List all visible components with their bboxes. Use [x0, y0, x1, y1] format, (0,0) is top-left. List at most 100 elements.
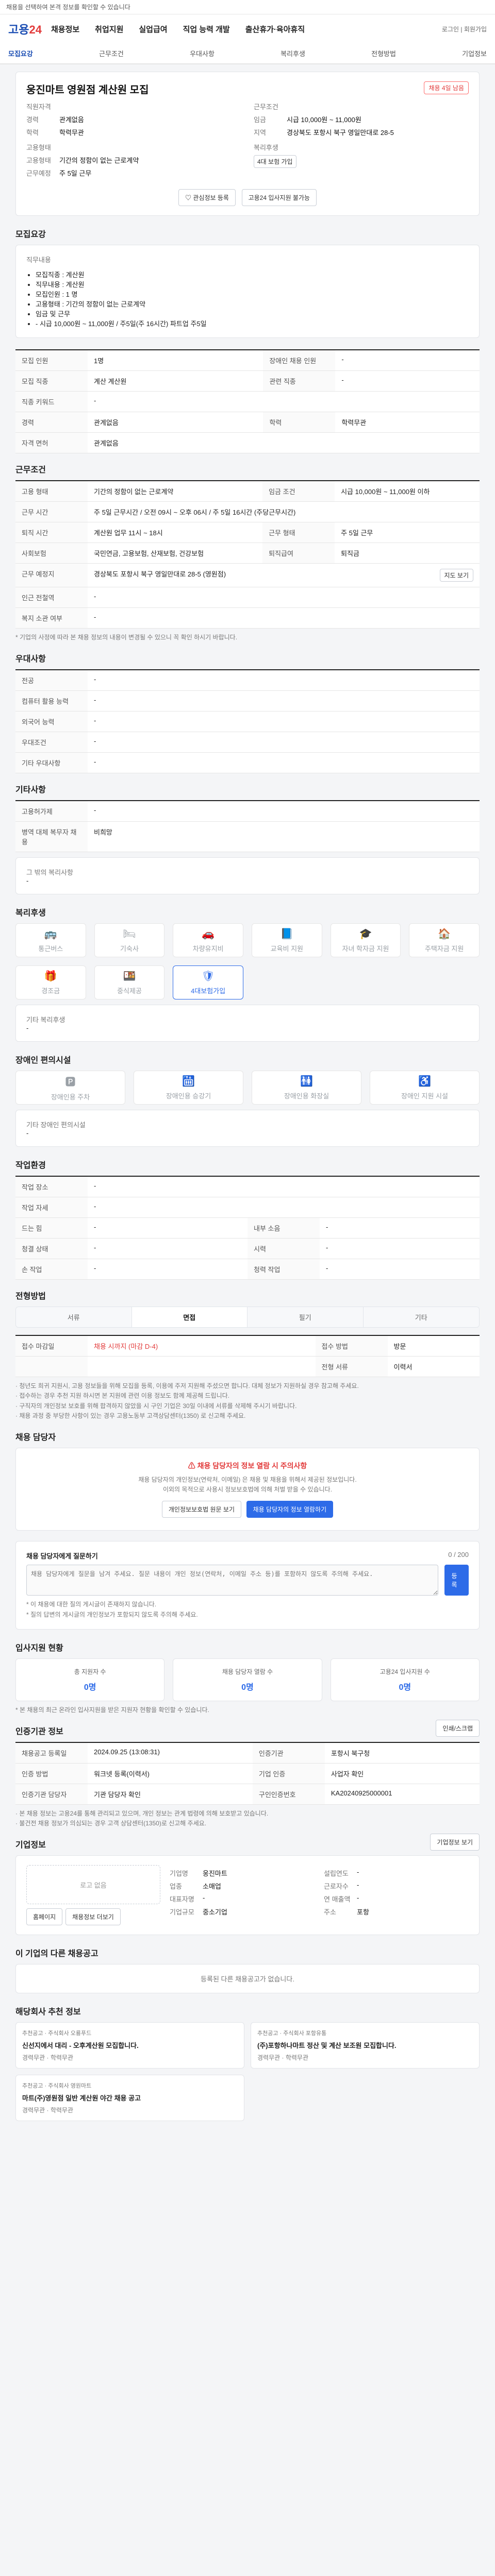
cell-key: 모집 인원 [15, 350, 88, 371]
main-nav: 채용정보 취업지원 실업급여 직업 능력 개발 출산휴가·육아휴직 [51, 24, 305, 35]
company-info-button[interactable]: 기업정보 보기 [430, 1833, 480, 1851]
kv-row: 주소 포항 [324, 1907, 469, 1917]
kv-row: 경력 관계없음 [26, 114, 241, 124]
table-row: 우대조건 - [15, 732, 480, 753]
apply-disabled-button[interactable]: 고용24 입사지원 불가능 [241, 189, 317, 206]
stat-label: 고용24 입사지원 수 [380, 1668, 430, 1675]
accessibility-item: 🅿 장애인용 주차 [15, 1071, 125, 1105]
nav-item[interactable]: 출산휴가·육아휴직 [245, 24, 305, 35]
process-step: 기타 [363, 1307, 479, 1328]
stat-value: 0명 [84, 1683, 96, 1692]
nav-item[interactable]: 직업 능력 개발 [183, 24, 230, 35]
welfare-label: 4대보험가입 [191, 987, 226, 995]
cell-value: 시급 10,000원 ~ 11,000원 이하 [335, 481, 480, 502]
kv-key: 주소 [324, 1908, 336, 1917]
table-row: 작업 자세 - [15, 1197, 480, 1218]
table-row: 청결 상태 - 시력 - [15, 1238, 480, 1260]
cell-key: 근무 형태 [262, 522, 335, 543]
tab-work[interactable]: 근무조건 [99, 48, 124, 58]
recommend-item[interactable]: 추천공고 · 주식회사 오룡푸드 신선지에서 대리 - 오후계산원 모집합니다.… [15, 2022, 244, 2069]
table-row: 고용 형태 기간의 정함이 없는 근로계약 임금 조건 시급 10,000원 ~… [15, 481, 480, 502]
accessibility-extra-title: 기타 장애인 편의시설 [26, 1121, 86, 1129]
welfare-label: 차량유지비 [192, 945, 224, 953]
bookmark-label: 관심정보 등록 [193, 194, 229, 201]
table-row: 인근 전철역 - [15, 587, 480, 608]
cell-value: 사업자 확인 [324, 1763, 480, 1784]
recommend-meta-item: 경력무관 [22, 2054, 45, 2062]
view-contact-button[interactable]: 채용 담당자의 정보 열람하기 [246, 1501, 334, 1518]
homepage-button[interactable]: 홈페이지 [26, 1908, 63, 1926]
nav-item[interactable]: 취업지원 [95, 24, 123, 35]
site-header: 고용24 채용정보 취업지원 실업급여 직업 능력 개발 출산휴가·육아휴직 로… [0, 14, 495, 64]
cell-value: - [88, 587, 480, 608]
kv-key: 기업명 [170, 1870, 188, 1878]
cell-value: 2024.09.25 (13:08:31) [88, 1742, 253, 1764]
nav-item[interactable]: 채용정보 [51, 24, 79, 35]
header-right[interactable]: 로그인 | 회원가입 [442, 25, 487, 33]
section-tabs: 모집요강 근무조건 우대사항 복리후생 전형방법 기업정보 [0, 43, 495, 64]
table-row: 모집 인원 1명 장애인 채용 인원 - [15, 350, 480, 371]
welfare-label: 경조금 [41, 987, 60, 995]
alert-title: ⚠ 채용 담당자의 정보 열람 시 주의사항 [28, 1461, 467, 1471]
stat-value: 0명 [241, 1683, 254, 1692]
book-icon: 📘 [280, 928, 293, 940]
tab-prefer[interactable]: 우대사항 [190, 48, 214, 58]
kv-key: 근로자수 [324, 1883, 349, 1891]
process-title: 전형방법 [15, 1292, 46, 1301]
tab-welfare[interactable]: 복리후생 [280, 48, 305, 58]
qna-submit-button[interactable]: 등록 [444, 1565, 469, 1596]
map-button[interactable]: 지도 보기 [439, 569, 473, 582]
table-row: 인증 방법 워크넷 등록(이력서) 기업 인증 사업자 확인 [15, 1763, 480, 1784]
process-note: · 접수하는 경우 추천 지원 하시면 본 지원에 관련 이용 정보도 함께 제… [15, 1392, 229, 1400]
kv-row: 연 매출액 - [324, 1894, 469, 1904]
env-title: 작업환경 [15, 1161, 46, 1171]
table-row: 퇴직 시간 계산원 업무 11시 ~ 18시 근무 형태 주 5일 근무 [15, 522, 480, 543]
other-extra-card: 그 밖의 복리사항 - [15, 857, 480, 895]
recommend-meta-item: 경력무관 [257, 2054, 280, 2062]
cell-key: 접수 방법 [315, 1335, 388, 1357]
cell-key: 근무 시간 [15, 501, 88, 522]
cell-key: 시력 [248, 1238, 320, 1260]
print-button[interactable]: 인쇄/스크랩 [436, 1720, 480, 1737]
recommend-list: 추천공고 · 주식회사 오룡푸드 신선지에서 대리 - 오후계산원 모집합니다.… [15, 2022, 480, 2122]
more-jobs-button[interactable]: 채용정보 더보기 [65, 1908, 121, 1926]
other-jobs-title: 이 기업의 다른 채용공고 [15, 1950, 98, 1959]
other-title: 기타사항 [15, 786, 46, 795]
cell-key: 인증기관 담당자 [15, 1784, 88, 1805]
work-heading: 근무조건 [254, 103, 278, 111]
cell-value: 관계없음 [88, 412, 263, 433]
recruit-card: 직무내용 모집직종 : 계산원 직무내용 : 계산원 모집인원 : 1 명 고용… [15, 245, 480, 338]
tab-process[interactable]: 전형방법 [371, 48, 396, 58]
shield-icon: 🛡 [201, 971, 215, 982]
welfare-label: 통근버스 [38, 945, 63, 953]
table-row: 근무 시간 주 5일 근무시간 / 오전 09시 ~ 오후 06시 / 주 5일… [15, 501, 480, 522]
tab-company[interactable]: 기업정보 [462, 48, 487, 58]
bookmark-button[interactable]: ♡ 관심정보 등록 [178, 189, 236, 206]
qna-title: 채용 담당자에게 질문하기 [26, 1552, 98, 1561]
nav-item[interactable]: 실업급여 [139, 24, 167, 35]
site-logo[interactable]: 고용24 [8, 21, 42, 37]
cell-value: KA20240925000001 [324, 1784, 480, 1805]
table-row: 경력 관계없음 학력 학력무관 [15, 412, 480, 433]
qna-note: * 이 채용에 대한 질의 게시글이 존재하지 않습니다. [26, 1601, 157, 1608]
recommend-meta-item: 학력무관 [50, 2107, 74, 2114]
kv-row: 기업규모 중소기업 [170, 1907, 315, 1917]
process-note: · 구직자의 개인정보 보호를 위해 합격하지 않았을 시 구인 기업은 30일… [15, 1402, 297, 1410]
recommend-tag: 추천공고 · 주식회사 포항유통 [257, 2030, 327, 2037]
cell-value: 계산 계산원 [88, 370, 263, 392]
welfare-heading: 복리후생 [254, 144, 278, 151]
kv-key: 고용형태 [26, 157, 51, 164]
kv-value: 관계없음 [59, 116, 84, 124]
cell-value: 방문 [387, 1335, 480, 1357]
recommend-item[interactable]: 추천공고 · 주식회사 포항유통 (주)포항하나마트 정산 및 계산 보조원 모… [251, 2022, 480, 2069]
kv-value: 웅진마트 [203, 1870, 227, 1878]
welfare-item: 🏠 주택자금 지원 [409, 923, 480, 958]
qna-input[interactable] [26, 1565, 439, 1596]
table-row: 복지 소관 여부 - [15, 607, 480, 629]
privacy-law-button[interactable]: 개인정보보호법 원문 보기 [161, 1501, 241, 1518]
table-row: 근무 예정지 경상북도 포항시 북구 영일만대로 28-5 (영원점) 지도 보… [15, 563, 480, 587]
other-extra-title: 그 밖의 복리사항 [26, 869, 73, 877]
cell-value: - [320, 1238, 480, 1260]
recommend-item[interactable]: 추천공고 · 주식회사 영원마트 마트(주)영원점 일반 계산원 야간 채용 공… [15, 2075, 244, 2122]
tab-recruit[interactable]: 모집요강 [8, 48, 33, 58]
